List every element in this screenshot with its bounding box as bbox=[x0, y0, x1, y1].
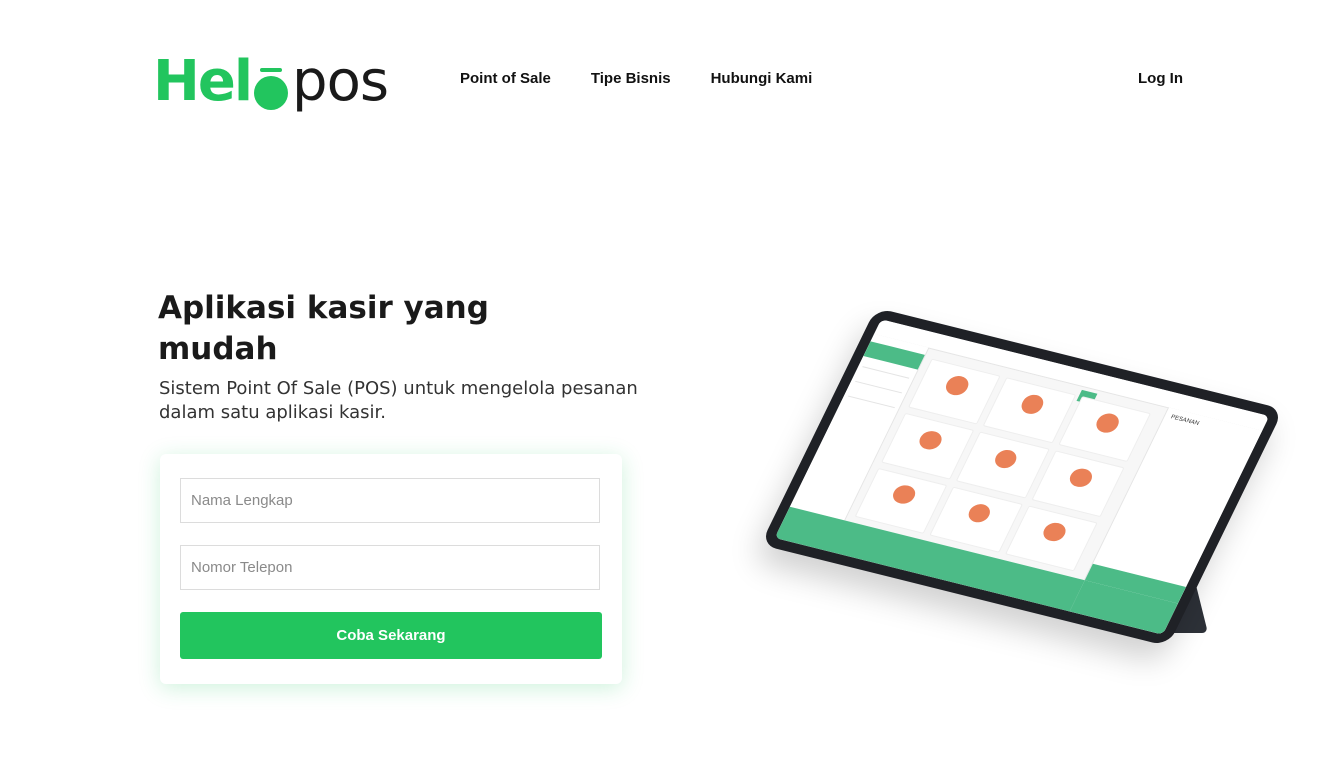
tablet-device: PESANAN bbox=[760, 307, 1284, 647]
order-panel-label: PESANAN bbox=[1169, 414, 1201, 427]
phone-input[interactable] bbox=[180, 545, 600, 590]
login-link[interactable]: Log In bbox=[1138, 70, 1183, 87]
pos-tablet-illustration: PESANAN bbox=[760, 300, 1284, 700]
helopos-logo[interactable]: Hel pos bbox=[153, 40, 389, 114]
hero-title: Aplikasi kasir yang mudah bbox=[158, 290, 489, 367]
logo-o-mark bbox=[252, 68, 290, 112]
product-card bbox=[1057, 396, 1152, 463]
product-card bbox=[1004, 505, 1098, 572]
logo-text-pos: pos bbox=[292, 49, 389, 114]
product-card bbox=[956, 431, 1050, 499]
hero-subtitle: Sistem Point Of Sale (POS) untuk mengelo… bbox=[159, 378, 638, 423]
product-card bbox=[982, 377, 1076, 444]
nav-tipe-bisnis[interactable]: Tipe Bisnis bbox=[591, 70, 671, 87]
main-nav: Point of Sale Tipe Bisnis Hubungi Kami bbox=[460, 70, 852, 87]
product-card bbox=[1031, 450, 1125, 517]
nav-point-of-sale[interactable]: Point of Sale bbox=[460, 70, 551, 87]
nav-hubungi-kami[interactable]: Hubungi Kami bbox=[711, 70, 813, 87]
full-name-input[interactable] bbox=[180, 478, 600, 523]
tablet-screen: PESANAN bbox=[774, 319, 1270, 635]
signup-card: Coba Sekarang bbox=[160, 454, 622, 684]
product-card bbox=[929, 486, 1023, 553]
try-now-button[interactable]: Coba Sekarang bbox=[180, 612, 602, 659]
logo-text-hel: Hel bbox=[153, 49, 253, 114]
